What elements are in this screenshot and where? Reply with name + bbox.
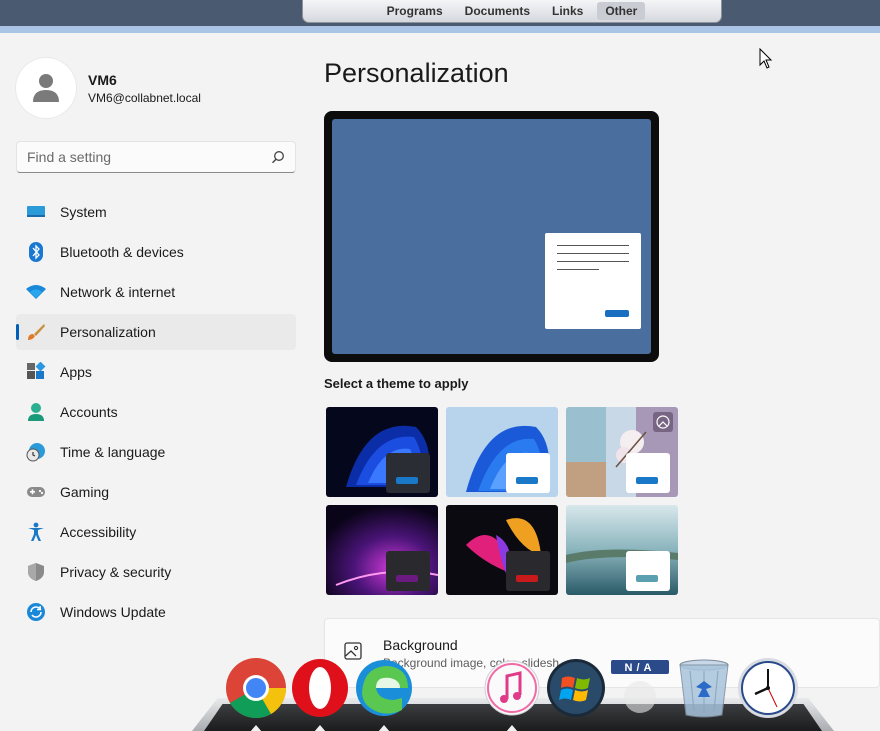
accessibility-icon	[26, 522, 46, 542]
launcher-tab-other[interactable]: Other	[597, 2, 646, 20]
theme-windows-dark[interactable]	[326, 407, 438, 497]
accounts-icon	[26, 402, 46, 422]
search-input[interactable]	[27, 149, 271, 165]
theme-preview	[324, 111, 659, 362]
edge-icon[interactable]	[352, 656, 416, 731]
sidebar-item-label: Bluetooth & devices	[60, 244, 184, 260]
opera-icon[interactable]	[288, 656, 352, 731]
search-box[interactable]	[16, 141, 296, 173]
recycle-bin-icon[interactable]	[672, 656, 736, 720]
sidebar-item-label: Windows Update	[60, 604, 166, 620]
sidebar-item-label: Network & internet	[60, 284, 176, 300]
itunes-icon[interactable]	[480, 656, 544, 731]
sidebar-item-label: Accounts	[60, 404, 118, 420]
background-title: Background	[383, 637, 458, 653]
sidebar-item-bluetooth[interactable]: Bluetooth & devices	[16, 234, 296, 270]
sidebar-item-accessibility[interactable]: Accessibility	[16, 514, 296, 550]
sidebar-item-label: Time & language	[60, 444, 166, 460]
settings-window: VM6 VM6@collabnet.local System Bluetooth…	[0, 33, 880, 731]
bluetooth-icon	[26, 242, 46, 262]
sidebar-item-label: Privacy & security	[60, 564, 172, 580]
theme-section-label: Select a theme to apply	[324, 376, 469, 391]
gamepad-icon	[26, 482, 46, 502]
windows-icon[interactable]	[544, 656, 608, 720]
sidebar-item-apps[interactable]: Apps	[16, 354, 296, 390]
search-icon[interactable]	[271, 150, 285, 164]
sidebar-item-personalization[interactable]: Personalization	[16, 314, 296, 350]
na-label: N/A	[625, 662, 656, 674]
theme-captured-motion[interactable]	[446, 505, 558, 595]
sidebar-item-label: Personalization	[60, 324, 156, 340]
shield-icon	[26, 562, 46, 582]
sidebar-item-label: Accessibility	[60, 524, 137, 540]
theme-glow[interactable]	[326, 505, 438, 595]
na-icon[interactable]: N/A	[608, 656, 672, 720]
preview-screen	[332, 119, 651, 354]
user-profile[interactable]: VM6 VM6@collabnet.local	[16, 58, 201, 118]
profile-email: VM6@collabnet.local	[88, 90, 201, 105]
launcher-tab-programs[interactable]: Programs	[379, 2, 451, 20]
brush-icon	[26, 322, 46, 342]
theme-windows-light[interactable]	[446, 407, 558, 497]
page-title: Personalization	[324, 58, 509, 88]
sidebar-nav: System Bluetooth & devices Network & int…	[16, 194, 296, 634]
chrome-icon[interactable]	[224, 656, 288, 731]
avatar	[16, 58, 76, 118]
apps-icon	[26, 362, 46, 382]
sidebar-item-gaming[interactable]: Gaming	[16, 474, 296, 510]
update-icon	[26, 602, 46, 622]
sidebar-item-label: Gaming	[60, 484, 110, 500]
sidebar-item-privacy-security[interactable]: Privacy & security	[16, 554, 296, 590]
preview-window	[545, 233, 641, 329]
wifi-icon	[26, 282, 46, 302]
sidebar-item-network[interactable]: Network & internet	[16, 274, 296, 310]
theme-flow[interactable]	[566, 505, 678, 595]
mouse-cursor-icon	[759, 48, 773, 69]
clock-icon[interactable]	[736, 656, 800, 720]
spotlight-icon	[653, 412, 673, 432]
launcher-tab-documents[interactable]: Documents	[457, 2, 538, 20]
clock-globe-icon	[26, 442, 46, 462]
profile-name: VM6	[88, 71, 117, 88]
system-icon	[26, 202, 46, 222]
sidebar-item-label: System	[60, 204, 107, 220]
sidebar-item-windows-update[interactable]: Windows Update	[16, 594, 296, 630]
sidebar-item-time-language[interactable]: Time & language	[16, 434, 296, 470]
user-silhouette-icon	[33, 74, 59, 102]
sidebar-item-label: Apps	[60, 364, 92, 380]
sidebar-item-accounts[interactable]: Accounts	[16, 394, 296, 430]
theme-grid	[326, 407, 686, 595]
launcher-bar: Programs Documents Links Other	[302, 0, 722, 23]
launcher-tab-links[interactable]: Links	[544, 2, 591, 20]
sidebar-item-system[interactable]: System	[16, 194, 296, 230]
theme-windows-spotlight[interactable]	[566, 407, 678, 497]
